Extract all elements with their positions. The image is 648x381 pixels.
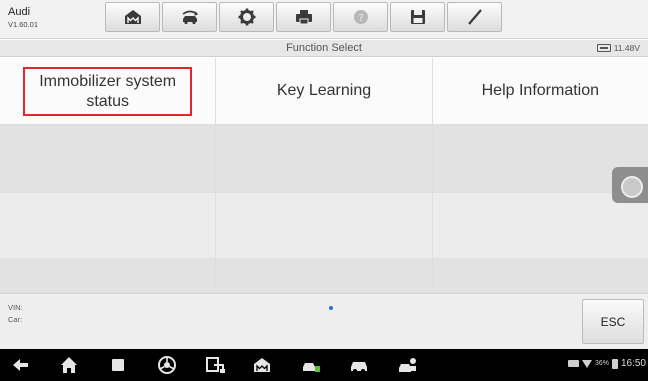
vehicle-shortcut-button[interactable] (349, 355, 369, 375)
voltage-value: 11.48V (613, 43, 640, 53)
empty-row (0, 193, 648, 259)
function-key-learning[interactable]: Key Learning (216, 58, 433, 124)
save-icon (410, 10, 425, 24)
function-row: Immobilizer system status Key Learning H… (0, 58, 648, 125)
browser-button[interactable] (157, 355, 177, 375)
function-label: Key Learning (276, 82, 372, 99)
home-icon (124, 10, 141, 24)
diagnostic-shortcut-button[interactable] (301, 355, 321, 375)
home-nav-icon (61, 357, 77, 373)
empty-cell (216, 259, 433, 292)
vehicle-swap-button[interactable] (162, 2, 217, 32)
back-button[interactable] (11, 355, 31, 375)
browser-icon (158, 356, 176, 374)
esc-button[interactable]: ESC (582, 299, 644, 344)
car-label: Car: (8, 315, 23, 324)
edit-icon (467, 9, 482, 25)
empty-cell (0, 125, 217, 192)
home-shortcut-button[interactable] (252, 355, 272, 375)
service-shortcut-button[interactable] (398, 355, 418, 375)
function-label-line2: status (86, 92, 129, 110)
car-diagnostic-icon (303, 363, 320, 372)
recent-apps-icon (112, 359, 124, 371)
page-indicator-dot (329, 306, 333, 310)
empty-row (0, 259, 648, 293)
empty-cell (433, 259, 648, 292)
selection-highlight: Immobilizer system status (23, 66, 193, 116)
home-nav-button[interactable] (59, 355, 79, 375)
function-help-information[interactable]: Help Information (433, 58, 648, 124)
empty-cell (216, 193, 433, 258)
empty-cell (0, 193, 217, 258)
car-icon (351, 362, 367, 373)
keyboard-icon (567, 360, 579, 367)
vehicle-make: Audi (8, 6, 31, 18)
vehicle-swap-icon (182, 10, 198, 25)
home-button[interactable] (105, 2, 160, 32)
vehicle-brand: Audi V1.60.01 (8, 6, 38, 30)
software-version: V1.60.01 (8, 20, 39, 29)
edit-button[interactable] (447, 2, 502, 32)
print-button[interactable] (276, 2, 331, 32)
title-strip: Function Select 11.48V (0, 40, 648, 57)
help-button[interactable]: ? (333, 2, 388, 32)
battery-voltage: 11.48V (596, 43, 640, 53)
battery-percent: 36% (594, 360, 609, 367)
function-grid: Immobilizer system status Key Learning H… (0, 58, 648, 293)
function-label: Help Information (481, 82, 600, 99)
vin-label: VIN: (8, 303, 23, 312)
function-label-line1: Immobilizer system (39, 72, 177, 90)
vehicle-info-bar: VIN: Car: ESC (0, 293, 648, 349)
empty-row (0, 125, 648, 193)
empty-cell (216, 125, 433, 192)
function-immobilizer-status[interactable]: Immobilizer system status (0, 58, 217, 124)
empty-cell (0, 259, 217, 292)
system-status-area: 36% 16:50 (567, 358, 646, 369)
home-shortcut-icon (254, 358, 270, 372)
page-title: Function Select (286, 42, 362, 54)
car-service-icon (399, 358, 416, 372)
vci-connector-icon (206, 357, 225, 373)
back-arrow-icon (13, 359, 28, 371)
vci-button[interactable] (205, 355, 225, 375)
clock: 16:50 (620, 358, 646, 369)
wifi-icon (581, 359, 592, 368)
settings-icon (238, 8, 255, 26)
svg-text:?: ? (358, 13, 363, 24)
floating-assistive-button[interactable] (612, 167, 648, 203)
settings-button[interactable] (219, 2, 274, 32)
recent-apps-button[interactable] (108, 355, 128, 375)
save-button[interactable] (390, 2, 445, 32)
help-icon: ? (353, 10, 368, 24)
android-nav-bar: 36% 16:50 (0, 349, 648, 381)
top-toolbar: Audi V1.60.01 ? (0, 0, 648, 39)
print-icon (295, 10, 312, 25)
battery-icon (596, 44, 611, 52)
toolbar-buttons: ? (105, 2, 502, 32)
battery-level-icon (611, 358, 618, 369)
